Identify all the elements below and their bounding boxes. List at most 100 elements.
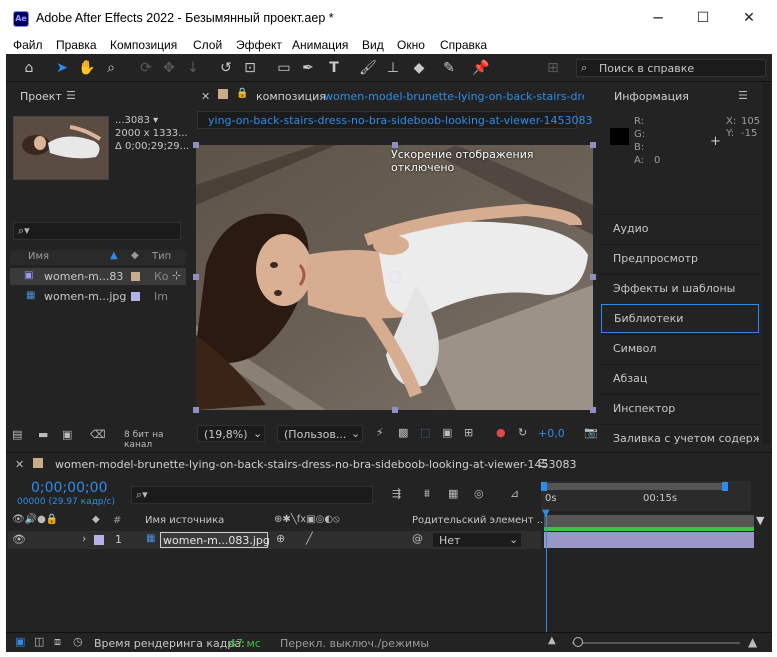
eye-icon[interactable]: 👁	[12, 533, 26, 546]
rotation-tool-icon[interactable]: ↺	[216, 58, 236, 78]
roto-brush-tool-icon[interactable]: ✎	[439, 58, 459, 78]
zoom-dropdown[interactable]: (19,8%) ⌄	[197, 425, 265, 442]
pan-camera-icon[interactable]: ✥	[159, 58, 179, 78]
panel-effects-presets[interactable]: Эффекты и шаблоны	[601, 274, 759, 303]
grid-guides-icon[interactable]: ⊞	[464, 426, 473, 439]
draft-3d-icon[interactable]: ⩩	[424, 487, 430, 501]
close-tab-icon[interactable]: ✕	[201, 90, 210, 103]
label-column-icon[interactable]: ◆	[131, 250, 139, 261]
transform-handle[interactable]	[392, 407, 398, 413]
zoom-tool-icon[interactable]: ⌕	[101, 58, 121, 78]
help-search-field[interactable]: ⌕ Поиск в справке	[576, 59, 766, 77]
transfer-controls-icon[interactable]: ◫	[34, 635, 44, 648]
current-timecode[interactable]: 0;00;00;00	[31, 480, 108, 496]
chevron-right-icon[interactable]: ›	[82, 532, 86, 545]
comp-tab-prefix[interactable]: композиция	[256, 90, 326, 103]
new-composition-icon[interactable]: ▣	[62, 428, 72, 441]
timeline-zoom-slider[interactable]	[572, 642, 740, 644]
menu-help[interactable]: Справка	[440, 38, 487, 52]
panel-menu-icon[interactable]: ☰	[66, 89, 76, 102]
menu-window[interactable]: Окно	[397, 38, 425, 52]
layer-duration-bar[interactable]	[544, 532, 754, 548]
list-item[interactable]: ▦ women-m...jpg Im	[10, 288, 186, 305]
comp-marker-bin-icon[interactable]: ▼	[756, 514, 764, 527]
label-column-icon[interactable]: ◆	[92, 514, 100, 525]
pen-tool-icon[interactable]: ✒	[298, 58, 318, 78]
panel-content-aware-fill[interactable]: Заливка с учетом содержи	[601, 424, 759, 444]
panel-menu-icon[interactable]: ☰	[538, 457, 548, 470]
collapse-transform-icon[interactable]: ⊕	[276, 532, 285, 545]
transform-handle[interactable]	[193, 142, 199, 148]
selection-tool-icon[interactable]: ➤	[52, 58, 72, 78]
column-name[interactable]: Имя	[28, 251, 49, 262]
comp-tab-name[interactable]: women-model-brunette-lying-on-back-stair…	[324, 90, 584, 103]
mask-path-visibility-icon[interactable]: ⬚	[420, 426, 430, 439]
frame-blending-icon[interactable]: ▦	[448, 487, 458, 500]
delete-icon[interactable]: ⌫	[90, 428, 106, 441]
transform-handle[interactable]	[193, 407, 199, 413]
lock-icon[interactable]: 🔒	[236, 88, 248, 99]
sort-ascending-icon[interactable]: ▲	[110, 250, 118, 261]
zoom-in-icon[interactable]: ▲	[748, 635, 757, 649]
menu-effect[interactable]: Эффект	[236, 38, 282, 52]
work-area-bar[interactable]	[543, 483, 727, 490]
snapshot-camera-icon[interactable]: 📷	[584, 426, 598, 439]
hand-tool-icon[interactable]: ✋	[77, 58, 97, 78]
close-tab-icon[interactable]: ✕	[15, 458, 24, 471]
menu-animation[interactable]: Анимация	[292, 38, 348, 52]
panel-audio[interactable]: Аудио	[601, 214, 759, 243]
puppet-pin-tool-icon[interactable]: 📌	[471, 58, 491, 78]
brush-tool-icon[interactable]: 🖌	[358, 58, 378, 78]
label-color-swatch[interactable]	[94, 535, 104, 545]
dolly-camera-icon[interactable]: ↓	[183, 58, 203, 78]
quality-icon[interactable]: ╱	[306, 532, 313, 545]
layer-name[interactable]: women-m...083.jpg	[160, 532, 270, 548]
region-of-interest-icon[interactable]: ▣	[442, 426, 452, 439]
label-color-swatch[interactable]	[131, 292, 140, 301]
av-features-icons[interactable]: 👁🔊●🔒	[12, 514, 58, 525]
transform-handle[interactable]	[193, 274, 199, 280]
flowchart-icon[interactable]: ⊹	[172, 269, 181, 282]
panel-preview[interactable]: Предпросмотр	[601, 244, 759, 273]
reset-exposure-icon[interactable]: ↻	[518, 426, 527, 439]
zoom-out-icon[interactable]: ▲	[548, 635, 556, 646]
graph-editor-icon[interactable]: ⊿	[510, 487, 519, 500]
column-source-name[interactable]: Имя источника	[145, 515, 224, 526]
menu-edit[interactable]: Правка	[56, 38, 97, 52]
toggle-switches-modes[interactable]: Перекл. выключ./режимы	[280, 637, 429, 650]
right-scrollbar[interactable]	[762, 84, 770, 444]
panel-character[interactable]: Символ	[601, 334, 759, 363]
maximize-button[interactable]: ☐	[690, 8, 716, 28]
rectangle-tool-icon[interactable]: ▭	[274, 58, 294, 78]
current-time-indicator[interactable]	[546, 511, 547, 635]
panel-inspector[interactable]: Инспектор	[601, 394, 759, 423]
exposure-value[interactable]: +0,0	[538, 427, 565, 440]
info-panel-title[interactable]: Информация	[614, 90, 689, 103]
label-color-swatch[interactable]	[131, 272, 140, 281]
interpret-footage-icon[interactable]: ▤	[12, 428, 22, 441]
transparency-grid-icon[interactable]: ▩	[398, 426, 408, 439]
motion-blur-icon[interactable]: ◎	[474, 487, 484, 500]
fast-previews-icon[interactable]: ⚡	[376, 426, 384, 439]
column-parent[interactable]: Родительский элемент ...	[412, 515, 546, 526]
panel-paragraph[interactable]: Абзац	[601, 364, 759, 393]
panel-menu-icon[interactable]: ☰	[738, 89, 748, 102]
thumb-name[interactable]: ...3083 ▾	[115, 115, 158, 126]
list-item[interactable]: ▣ women-m...83 Ко ⊹	[10, 268, 186, 285]
menu-file[interactable]: Файл	[13, 38, 43, 52]
table-row[interactable]: 👁 › 1 ▦ women-m...083.jpg ⊕ ╱ @ Нет ⌄	[8, 531, 541, 549]
type-tool-icon[interactable]: T	[324, 58, 344, 78]
transform-handle[interactable]	[590, 407, 596, 413]
home-icon[interactable]: ⌂	[19, 58, 39, 78]
layer-switches-toggle-icon[interactable]: ▣	[15, 635, 25, 648]
transform-handle[interactable]	[590, 142, 596, 148]
time-ruler[interactable]: 0s 00:15s	[541, 481, 751, 511]
playhead-icon[interactable]: ▼	[542, 508, 550, 519]
project-panel-title[interactable]: Проект	[20, 90, 62, 103]
minimize-button[interactable]: ─	[645, 8, 671, 28]
work-area-start-handle[interactable]	[541, 482, 547, 491]
transform-handle[interactable]	[590, 274, 596, 280]
in-out-stretch-icon[interactable]: ⧈	[54, 635, 61, 649]
eraser-tool-icon[interactable]: ◆	[409, 58, 429, 78]
channel-rgb-icon[interactable]: ●	[496, 426, 506, 439]
